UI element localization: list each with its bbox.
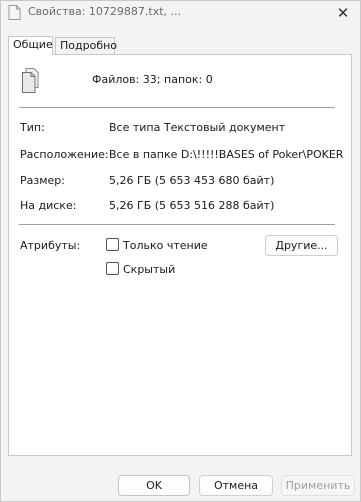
size-on-disk-value: 5,26 ГБ (5 653 516 288 байт) <box>109 199 275 212</box>
window-title: Свойства: 10729887.txt, ... <box>28 5 182 18</box>
readonly-checkbox-label[interactable]: Только чтение <box>123 239 208 252</box>
readonly-checkbox[interactable] <box>106 238 119 251</box>
separator <box>19 107 335 108</box>
close-button[interactable]: ✕ <box>326 1 360 25</box>
cancel-button[interactable]: Отмена <box>199 475 273 496</box>
separator <box>19 224 335 225</box>
tab-general[interactable]: Общие <box>8 36 53 55</box>
tab-details[interactable]: Подробно <box>55 37 117 55</box>
location-value: Все в папке D:\!!!!!BASES of Poker\POKER <box>109 148 344 161</box>
properties-dialog: Свойства: 10729887.txt, ... ✕ Общие Подр… <box>0 0 361 502</box>
hidden-checkbox[interactable] <box>106 262 119 275</box>
location-label: Расположение: <box>20 148 109 161</box>
ok-button[interactable]: OK <box>118 475 190 496</box>
size-value: 5,26 ГБ (5 653 453 680 байт) <box>109 174 275 187</box>
advanced-attributes-button[interactable]: Другие... <box>265 235 338 256</box>
title-bar[interactable]: Свойства: 10729887.txt, ... ✕ <box>1 1 360 25</box>
text-file-icon <box>8 5 21 20</box>
apply-button[interactable]: Применить <box>281 475 355 496</box>
attributes-label: Атрибуты: <box>20 239 81 252</box>
size-on-disk-label: На диске: <box>20 199 77 212</box>
close-icon: ✕ <box>336 4 350 22</box>
type-label: Тип: <box>20 121 45 134</box>
selection-summary: Файлов: 33; папок: 0 <box>92 73 213 86</box>
size-label: Размер: <box>20 174 65 187</box>
multiple-files-icon <box>22 68 39 93</box>
type-value: Все типа Текстовый документ <box>109 121 286 134</box>
hidden-checkbox-label[interactable]: Скрытый <box>123 263 175 276</box>
